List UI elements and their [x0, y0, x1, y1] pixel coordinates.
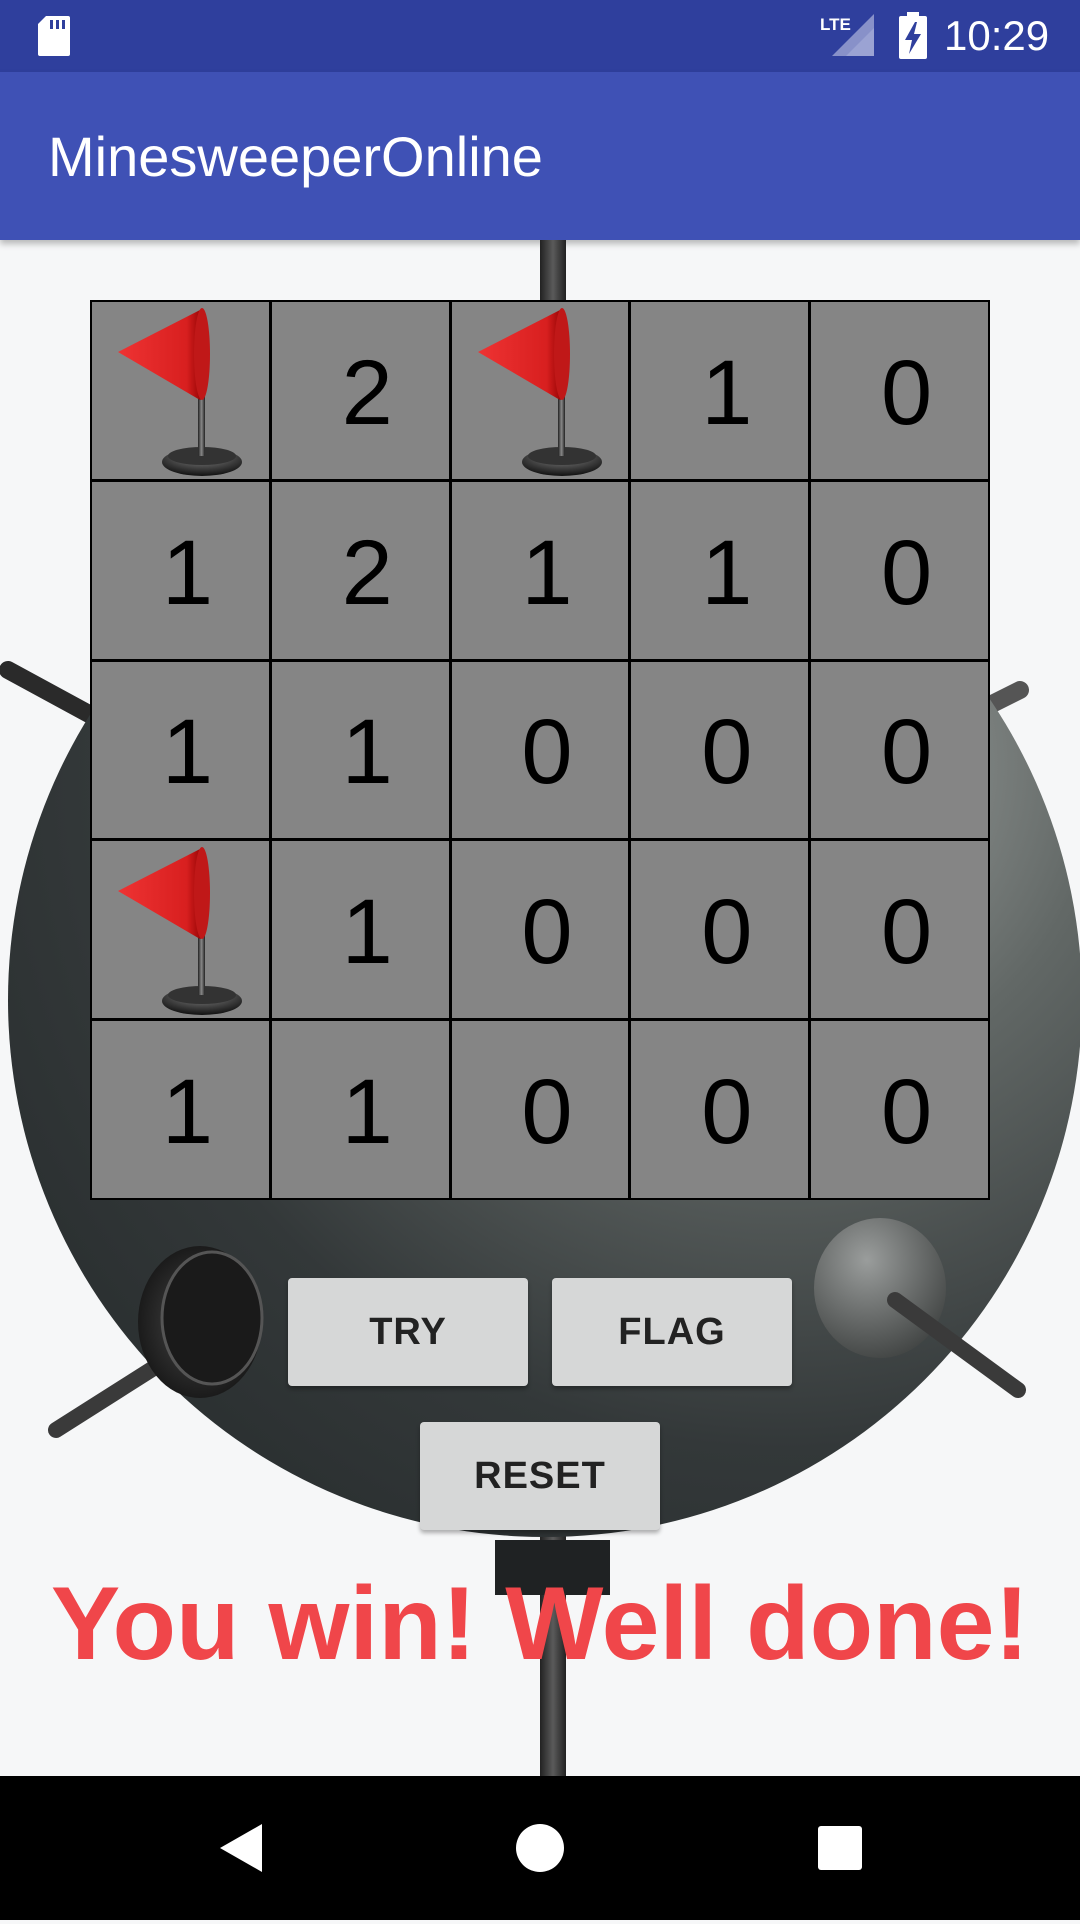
flag-icon: [477, 308, 602, 476]
board-cell[interactable]: 0: [811, 841, 988, 1019]
cell-number: 0: [521, 701, 573, 804]
try-button[interactable]: TRY: [288, 1278, 528, 1386]
board-cell[interactable]: 0: [811, 661, 988, 839]
cell-number: 1: [341, 881, 393, 984]
app-bar: MinesweeperOnline: [0, 72, 1080, 240]
board-cell[interactable]: [451, 302, 629, 479]
back-button[interactable]: [150, 1776, 330, 1920]
board-cell[interactable]: 1: [92, 661, 269, 839]
flag-button[interactable]: FLAG: [552, 1278, 792, 1386]
cell-number: 1: [701, 341, 753, 444]
cell-number: 0: [881, 341, 933, 444]
flag-icon: [118, 847, 242, 1016]
cell-number: 2: [341, 341, 393, 444]
cell-number: 1: [701, 521, 753, 624]
cell-number: 1: [521, 521, 573, 624]
board-cell[interactable]: 0: [811, 1021, 988, 1198]
board-cell[interactable]: [92, 841, 269, 1019]
board-cell[interactable]: 1: [631, 481, 809, 659]
app-title: MinesweeperOnline: [48, 125, 543, 188]
home-button[interactable]: [450, 1776, 630, 1920]
board-cell[interactable]: 1: [271, 661, 449, 839]
board-cell[interactable]: 0: [631, 841, 809, 1019]
sd-card-icon: [38, 16, 70, 56]
board-cell[interactable]: 1: [271, 1021, 449, 1198]
board-cell[interactable]: 0: [451, 1021, 629, 1198]
board-cell[interactable]: 1: [451, 481, 629, 659]
board-cell[interactable]: 0: [811, 481, 988, 659]
status-bar: LTE 10:29: [0, 0, 1080, 72]
recents-icon: [818, 1826, 862, 1870]
reset-button[interactable]: RESET: [420, 1422, 660, 1530]
lte-label: LTE: [820, 15, 851, 34]
cell-number: 0: [701, 881, 753, 984]
cell-number: 0: [701, 701, 753, 804]
lte-signal-icon: LTE: [820, 14, 874, 56]
cell-number: 0: [881, 881, 933, 984]
back-icon: [220, 1824, 262, 1872]
navigation-bar: [0, 1776, 1080, 1920]
board-cell[interactable]: 0: [451, 661, 629, 839]
board-cell[interactable]: 0: [631, 1021, 809, 1198]
board-cell[interactable]: [92, 302, 269, 479]
win-message: You win! Well done!: [50, 1566, 1030, 1682]
flag-icon: [118, 308, 242, 476]
board-cell[interactable]: 1: [92, 481, 269, 659]
cell-number: 0: [881, 521, 933, 624]
cell-number: 0: [701, 1061, 753, 1164]
recents-button[interactable]: [750, 1776, 930, 1920]
minefield-grid: 2 1 0 1 2 1 1 0 1 1 0 0 0 1 0 0 0 1 1 0 0 0: [90, 300, 990, 1200]
board-cell[interactable]: 1: [631, 302, 809, 479]
board-cell[interactable]: 1: [92, 1021, 269, 1198]
cell-number: 2: [341, 521, 393, 624]
status-clock: 10:29: [944, 12, 1050, 59]
board-cell[interactable]: 1: [271, 841, 449, 1019]
game-area: 2 1 0 1 2 1 1 0 1 1 0 0 0 1 0 0 0 1 1 0 0 0 TRY FLAG RESET Yo…: [0, 240, 1080, 1776]
cell-number: 0: [881, 1061, 933, 1164]
cell-number: 0: [521, 881, 573, 984]
cell-number: 1: [161, 701, 213, 804]
cell-number: 0: [881, 701, 933, 804]
battery-charging-icon: [899, 12, 927, 59]
cell-number: 1: [341, 701, 393, 804]
cell-number: 1: [341, 1061, 393, 1164]
board-cell[interactable]: 0: [451, 841, 629, 1019]
cell-number: 0: [521, 1061, 573, 1164]
cell-number: 1: [161, 1061, 213, 1164]
board-cell[interactable]: 2: [271, 481, 449, 659]
board-cell[interactable]: 2: [271, 302, 449, 479]
cell-number: 1: [161, 521, 213, 624]
board-cell[interactable]: 0: [811, 302, 988, 479]
board-cell[interactable]: 0: [631, 661, 809, 839]
home-icon: [516, 1824, 564, 1872]
